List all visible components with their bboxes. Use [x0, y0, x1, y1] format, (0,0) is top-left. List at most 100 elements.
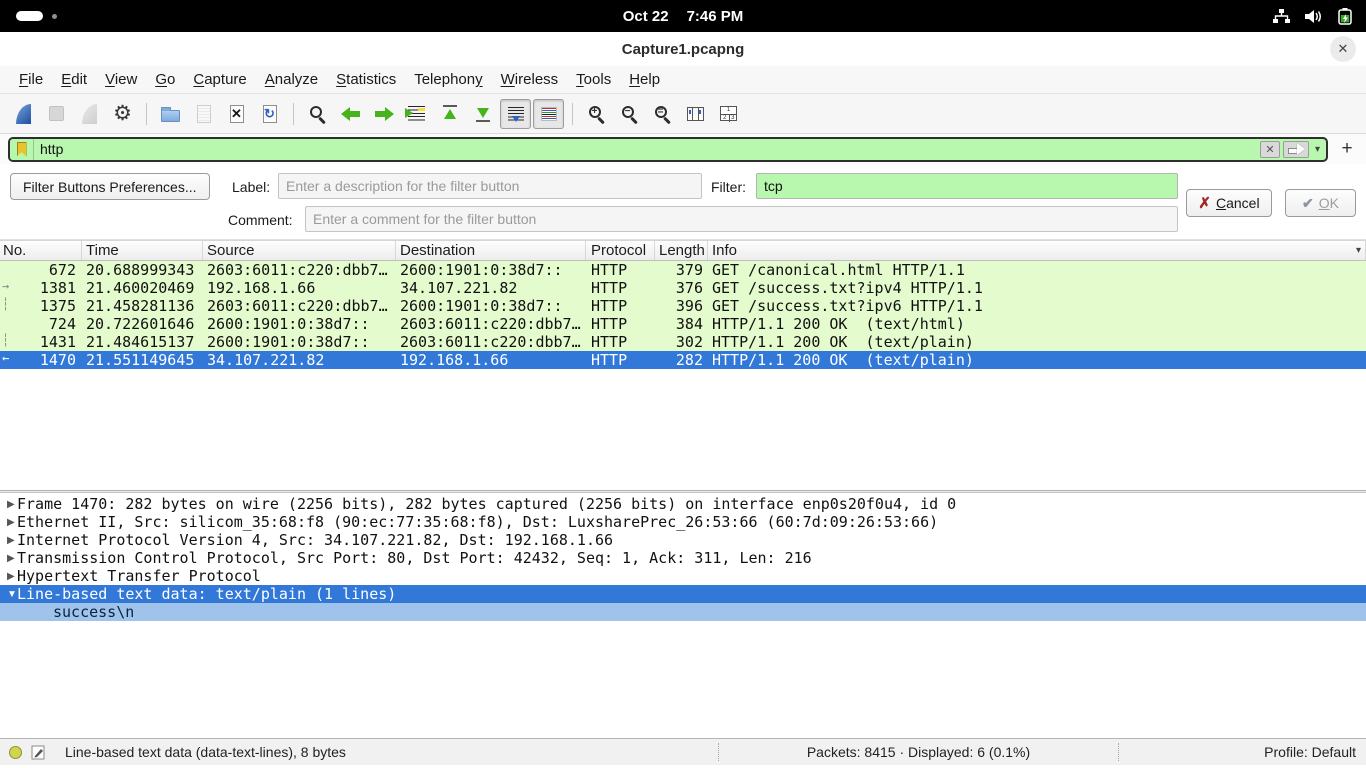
expander-icon[interactable]: ▼ [0, 589, 16, 600]
clock-time: 7:46 PM [687, 8, 744, 25]
menu-analyze[interactable]: Analyze [256, 68, 327, 91]
window-titlebar: Capture1.pcapng ✕ [0, 32, 1366, 66]
capture-comment-icon[interactable] [31, 745, 46, 760]
related-packet-marker: ┆ [2, 333, 18, 347]
packet-row[interactable]: 67220.6889993432603:6011:c220:dbb7…2600:… [0, 261, 1366, 279]
column-header-time[interactable]: Time [82, 241, 203, 260]
status-packet-counts: Packets: 8415 · Displayed: 6 (0.1%) [718, 743, 1118, 761]
packet-row[interactable]: ┆143121.4846151372600:1901:0:38d7::2603:… [0, 333, 1366, 351]
go-to-packet-icon[interactable] [401, 99, 432, 129]
window-close-button[interactable]: ✕ [1330, 36, 1356, 62]
column-header-no[interactable]: No. [0, 241, 82, 260]
menu-file[interactable]: File [10, 68, 52, 91]
detail-text: Frame 1470: 282 bytes on wire (2256 bits… [16, 495, 956, 513]
detail-line[interactable]: ▶Internet Protocol Version 4, Src: 34.10… [0, 531, 1366, 549]
cell-source: 192.168.1.66 [203, 279, 396, 297]
column-menu-icon[interactable]: ▾ [1356, 245, 1361, 256]
detail-line[interactable]: ▶Frame 1470: 282 bytes on wire (2256 bit… [0, 495, 1366, 513]
battery-charging-icon [1338, 8, 1352, 25]
menu-help[interactable]: Help [620, 68, 669, 91]
restart-capture-icon[interactable] [74, 99, 105, 129]
add-filter-button-plus[interactable]: + [1336, 138, 1358, 160]
clock[interactable]: Oct 22 7:46 PM [623, 8, 744, 25]
go-last-packet-icon[interactable] [467, 99, 498, 129]
column-header-source[interactable]: Source [203, 241, 396, 260]
menu-capture[interactable]: Capture [184, 68, 255, 91]
capture-options-icon[interactable]: ⚙ [107, 99, 138, 129]
filter-field-label: Filter: [711, 179, 746, 195]
expander-icon[interactable]: ▶ [0, 535, 16, 546]
menu-go[interactable]: Go [146, 68, 184, 91]
packet-details-pane[interactable]: ▶Frame 1470: 282 bytes on wire (2256 bit… [0, 493, 1366, 738]
find-packet-icon[interactable] [302, 99, 333, 129]
cell-destination: 2600:1901:0:38d7:: [396, 261, 586, 279]
start-capture-icon[interactable] [8, 99, 39, 129]
cancel-button[interactable]: ✗ Cancel [1186, 189, 1272, 217]
filter-bookmark-button[interactable] [10, 139, 34, 160]
resize-columns-icon[interactable] [680, 99, 711, 129]
expert-info-icon[interactable] [9, 746, 22, 759]
system-tray[interactable] [1273, 8, 1366, 25]
detail-line[interactable]: ▼Line-based text data: text/plain (1 lin… [0, 585, 1366, 603]
cell-destination: 192.168.1.66 [396, 351, 586, 369]
cell-protocol: HTTP [586, 315, 655, 333]
detail-line[interactable]: ▶Hypertext Transfer Protocol [0, 567, 1366, 585]
packet-list-pane[interactable]: 67220.6889993432603:6011:c220:dbb7…2600:… [0, 261, 1366, 490]
apply-filter-icon[interactable] [1283, 141, 1309, 158]
go-first-packet-icon[interactable] [434, 99, 465, 129]
related-packet-marker: ← [2, 351, 18, 365]
expander-icon[interactable]: ▶ [0, 499, 16, 510]
menu-wireless[interactable]: Wireless [492, 68, 568, 91]
filter-field[interactable] [756, 173, 1178, 199]
comment-field-label: Comment: [228, 212, 293, 228]
detail-line[interactable]: ▶Ethernet II, Src: silicom_35:68:f8 (90:… [0, 513, 1366, 531]
column-header-destination[interactable]: Destination [396, 241, 586, 260]
comment-field[interactable] [305, 206, 1178, 232]
status-profile[interactable]: Profile: Default [1118, 743, 1366, 761]
display-filter-bar: http ✕ ▾ + [0, 134, 1366, 164]
zoom-reset-icon[interactable]: = [647, 99, 678, 129]
column-header-info[interactable]: Info [708, 241, 1366, 260]
column-header-protocol[interactable]: Protocol [586, 241, 655, 260]
reload-file-icon[interactable]: ↻ [254, 99, 285, 129]
menu-tools[interactable]: Tools [567, 68, 620, 91]
label-field[interactable] [278, 173, 702, 199]
layout-icon[interactable]: 123 [713, 99, 744, 129]
cell-destination: 34.107.221.82 [396, 279, 586, 297]
packet-row[interactable]: ←147021.55114964534.107.221.82192.168.1.… [0, 351, 1366, 369]
clear-filter-icon[interactable]: ✕ [1260, 141, 1280, 158]
packet-row[interactable]: ┆137521.4582811362603:6011:c220:dbb7…260… [0, 297, 1366, 315]
display-filter-value[interactable]: http [34, 141, 1260, 157]
packet-row[interactable]: →138121.460020469192.168.1.6634.107.221.… [0, 279, 1366, 297]
zoom-out-icon[interactable]: − [614, 99, 645, 129]
column-header-length[interactable]: Length [655, 241, 708, 260]
expander-icon[interactable]: ▶ [0, 571, 16, 582]
detail-text: Line-based text data: text/plain (1 line… [16, 585, 396, 603]
auto-scroll-icon[interactable] [500, 99, 531, 129]
go-forward-icon[interactable] [368, 99, 399, 129]
packet-row[interactable]: 72420.7226016462600:1901:0:38d7::2603:60… [0, 315, 1366, 333]
close-file-icon[interactable]: ✕ [221, 99, 252, 129]
expander-icon[interactable]: ▶ [0, 553, 16, 564]
go-back-icon[interactable] [335, 99, 366, 129]
open-file-icon[interactable] [155, 99, 186, 129]
filter-buttons-preferences-button[interactable]: Filter Buttons Preferences... [10, 173, 210, 200]
save-file-icon[interactable] [188, 99, 219, 129]
zoom-in-icon[interactable]: + [581, 99, 612, 129]
cell-source: 2603:6011:c220:dbb7… [203, 261, 396, 279]
activities-pill[interactable] [16, 11, 43, 21]
ok-button[interactable]: ✔ OK [1285, 189, 1356, 217]
colorize-icon[interactable] [533, 99, 564, 129]
menu-view[interactable]: View [96, 68, 146, 91]
toolbar-separator [146, 103, 147, 125]
expander-icon[interactable]: ▶ [0, 517, 16, 528]
menu-statistics[interactable]: Statistics [327, 68, 405, 91]
detail-line[interactable]: ▶Transmission Control Protocol, Src Port… [0, 549, 1366, 567]
workspace-dot[interactable] [52, 14, 57, 19]
menu-edit[interactable]: Edit [52, 68, 96, 91]
display-filter-input[interactable]: http ✕ ▾ [8, 137, 1328, 162]
menu-telephony[interactable]: Telephony [405, 68, 491, 91]
filter-dropdown-icon[interactable]: ▾ [1313, 144, 1326, 155]
detail-line[interactable]: success\n [0, 603, 1366, 621]
stop-capture-icon[interactable] [41, 99, 72, 129]
